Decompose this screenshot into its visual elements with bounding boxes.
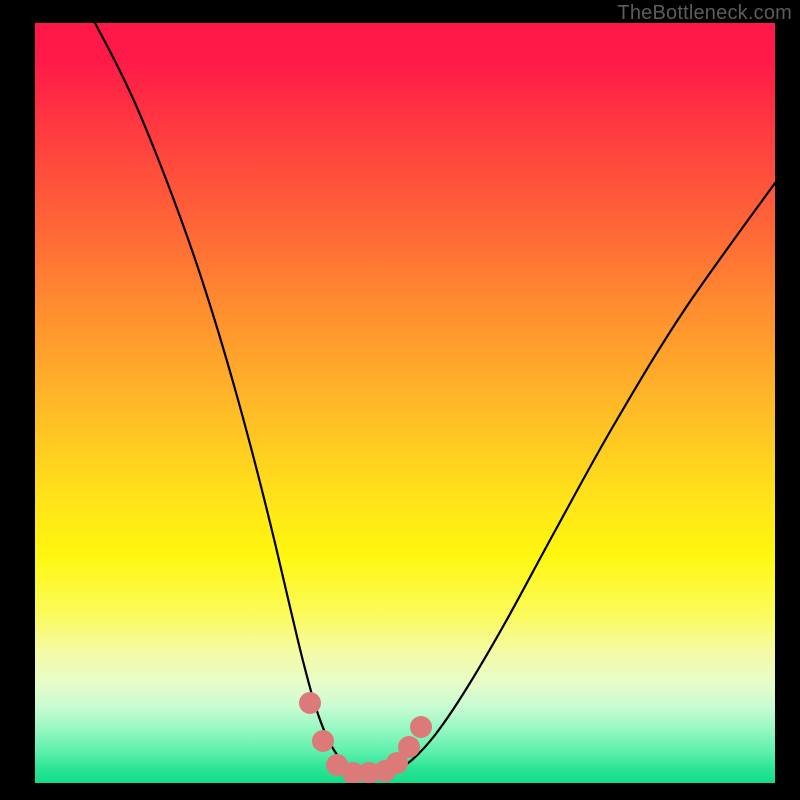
marker-point: [410, 716, 432, 738]
chart-svg: [35, 23, 775, 783]
marker-point: [398, 736, 420, 758]
watermark: TheBottleneck.com: [617, 2, 792, 25]
bottleneck-markers: [299, 692, 432, 783]
marker-point: [299, 692, 321, 714]
bottleneck-curve: [95, 23, 775, 776]
chart-frame: TheBottleneck.com: [0, 0, 800, 800]
plot-area: [35, 23, 775, 783]
marker-point: [312, 730, 334, 752]
